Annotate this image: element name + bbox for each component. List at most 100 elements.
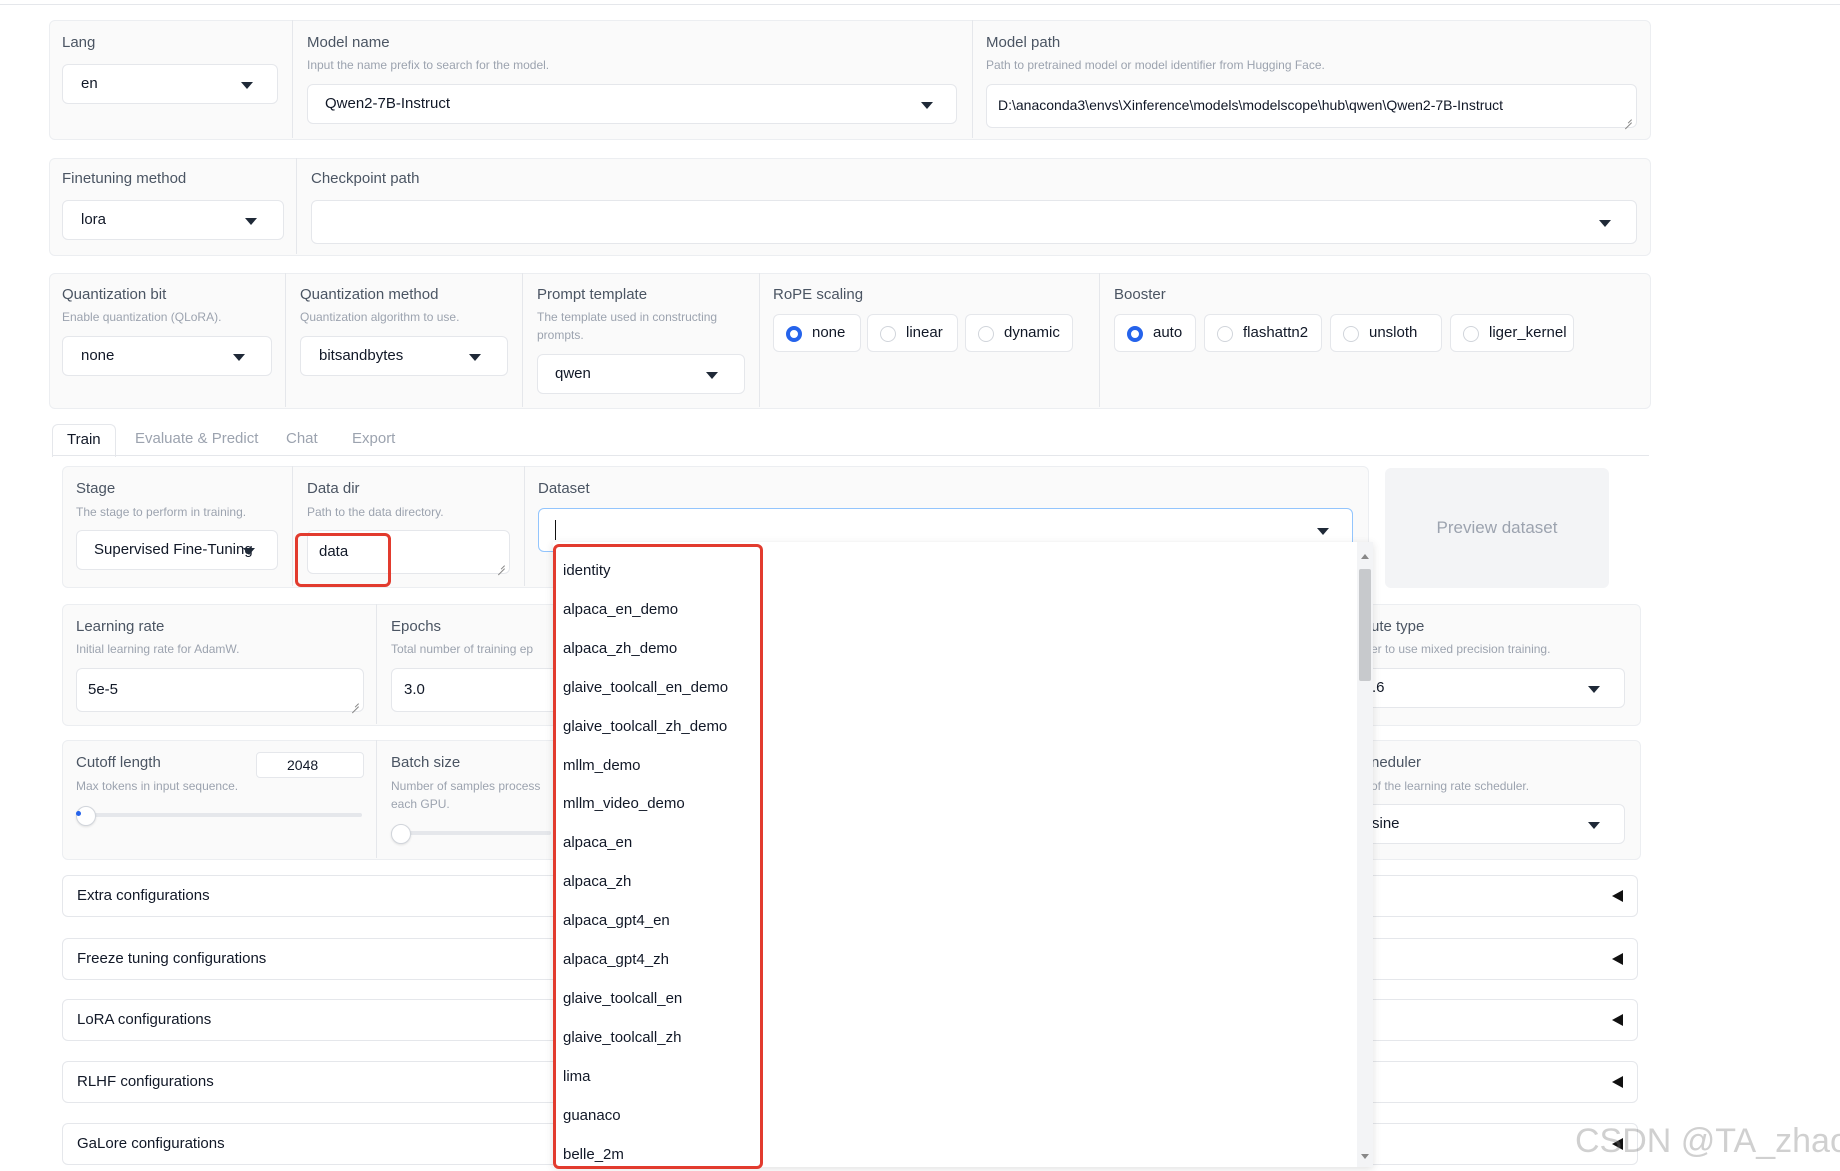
chevron-down-icon (706, 372, 718, 379)
epochs-value: 3.0 (404, 681, 425, 698)
prompt-label: Prompt template (537, 286, 648, 303)
booster-option-label: flashattn2 (1243, 324, 1309, 341)
divider (759, 273, 760, 407)
cutoff-label: Cutoff length (76, 754, 161, 771)
model-name-hint: Input the name prefix to search for the … (307, 58, 550, 72)
lr-input[interactable]: 5e-5 (76, 668, 364, 712)
accordion-title: Extra configurations (77, 887, 210, 904)
divider (972, 20, 973, 138)
divider (522, 273, 523, 407)
resize-handle-icon[interactable] (496, 560, 506, 570)
scroll-up-icon[interactable] (1361, 554, 1369, 559)
tab-bar (49, 424, 1649, 425)
resize-handle-icon[interactable] (350, 698, 360, 708)
epochs-hint: Total number of training ep (391, 642, 534, 656)
model-path-input[interactable]: D:\anaconda3\envs\Xinference\models\mode… (986, 84, 1637, 128)
radio-unchecked-icon (1343, 326, 1359, 342)
chevron-down-icon (1588, 822, 1600, 829)
scheduler-select[interactable]: sine (1360, 804, 1625, 844)
divider (376, 740, 377, 858)
scroll-down-icon[interactable] (1361, 1154, 1369, 1159)
model-path-label: Model path (986, 34, 1061, 51)
rope-option-linear[interactable]: linear (867, 314, 958, 352)
rope-label: RoPE scaling (773, 286, 864, 303)
accordion-title: LoRA configurations (77, 1011, 212, 1028)
compute-type-select[interactable]: .6 (1360, 668, 1625, 708)
qbit-select[interactable]: none (62, 336, 272, 376)
radio-unchecked-icon (1463, 326, 1479, 342)
chevron-down-icon (921, 102, 933, 109)
booster-option-unsloth[interactable]: unsloth (1330, 314, 1442, 352)
accordion-title: RLHF configurations (77, 1073, 214, 1090)
checkpoint-select[interactable] (311, 200, 1637, 244)
cutoff-number-input[interactable]: 2048 (256, 752, 364, 778)
rope-option-label: linear (906, 324, 943, 341)
model-name-select[interactable]: Qwen2-7B-Instruct (307, 84, 957, 124)
collapse-arrow-icon (1612, 1014, 1623, 1026)
qbit-label: Quantization bit (62, 286, 167, 303)
chevron-down-icon (1317, 528, 1329, 535)
lr-value: 5e-5 (88, 681, 119, 698)
booster-option-auto[interactable]: auto (1114, 314, 1196, 352)
stage-label: Stage (76, 480, 116, 497)
radio-unchecked-icon (880, 326, 896, 342)
rope-option-dynamic[interactable]: dynamic (965, 314, 1073, 352)
lr-hint: Initial learning rate for AdamW. (76, 642, 240, 656)
cutoff-hint: Max tokens in input sequence. (76, 779, 239, 793)
batch-slider-thumb[interactable] (391, 824, 411, 844)
divider (1099, 273, 1100, 407)
tab-label: Train (67, 431, 101, 448)
collapse-arrow-icon (1612, 890, 1623, 902)
lang-select[interactable]: en (62, 64, 278, 104)
stage-select[interactable]: Supervised Fine-Tuning (76, 530, 278, 570)
batch-label: Batch size (391, 754, 461, 771)
lang-value: en (81, 75, 98, 92)
model-path-hint: Path to pretrained model or model identi… (986, 58, 1325, 72)
highlight-box (553, 544, 763, 1169)
tab-chat[interactable]: Chat (286, 430, 318, 447)
qbit-value: none (81, 347, 115, 364)
divider (296, 158, 297, 254)
prompt-select[interactable]: qwen (537, 354, 745, 394)
stage-hint: The stage to perform in training. (76, 505, 247, 519)
lang-label: Lang (62, 34, 96, 51)
tab-evaluate-predict[interactable]: Evaluate & Predict (135, 430, 258, 447)
epochs-label: Epochs (391, 618, 442, 635)
cutoff-value: 2048 (287, 757, 319, 773)
cutoff-slider[interactable] (76, 813, 362, 817)
tab-export[interactable]: Export (352, 430, 395, 447)
chevron-down-icon (241, 82, 253, 89)
rope-option-none[interactable]: none (773, 314, 861, 352)
resize-handle-icon[interactable] (1623, 114, 1633, 124)
qbit-hint: Enable quantization (QLoRA). (62, 310, 222, 324)
lr-label: Learning rate (76, 618, 165, 635)
chevron-down-icon (245, 218, 257, 225)
stage-value: Supervised Fine-Tuning (94, 541, 253, 558)
radio-unchecked-icon (978, 326, 994, 342)
dataset-label: Dataset (538, 480, 590, 497)
qmethod-value: bitsandbytes (319, 347, 404, 364)
text-cursor (555, 520, 556, 540)
tab-train[interactable]: Train (52, 424, 116, 457)
prompt-value: qwen (555, 365, 591, 382)
collapse-arrow-icon (1612, 953, 1623, 965)
booster-option-label: unsloth (1369, 324, 1418, 341)
booster-option-flashattn2[interactable]: flashattn2 (1204, 314, 1322, 352)
model-name-label: Model name (307, 34, 390, 51)
preview-dataset-button[interactable]: Preview dataset (1385, 468, 1609, 588)
batch-slider[interactable] (391, 831, 551, 835)
cutoff-slider-thumb[interactable] (76, 806, 96, 826)
finetuning-select[interactable]: lora (62, 200, 284, 240)
radio-checked-icon (1127, 326, 1143, 342)
chevron-down-icon (1599, 220, 1611, 227)
divider (376, 604, 377, 724)
model-path-value: D:\anaconda3\envs\Xinference\models\mode… (998, 97, 1504, 113)
chevron-down-icon (233, 354, 245, 361)
booster-option-liger-kernel[interactable]: liger_kernel (1450, 314, 1574, 352)
tab-underline (52, 455, 1649, 456)
data-dir-hint: Path to the data directory. (307, 505, 444, 519)
qmethod-select[interactable]: bitsandbytes (300, 336, 508, 376)
collapse-arrow-icon (1612, 1076, 1623, 1088)
scrollbar-thumb[interactable] (1359, 569, 1371, 681)
finetuning-label: Finetuning method (62, 170, 187, 187)
